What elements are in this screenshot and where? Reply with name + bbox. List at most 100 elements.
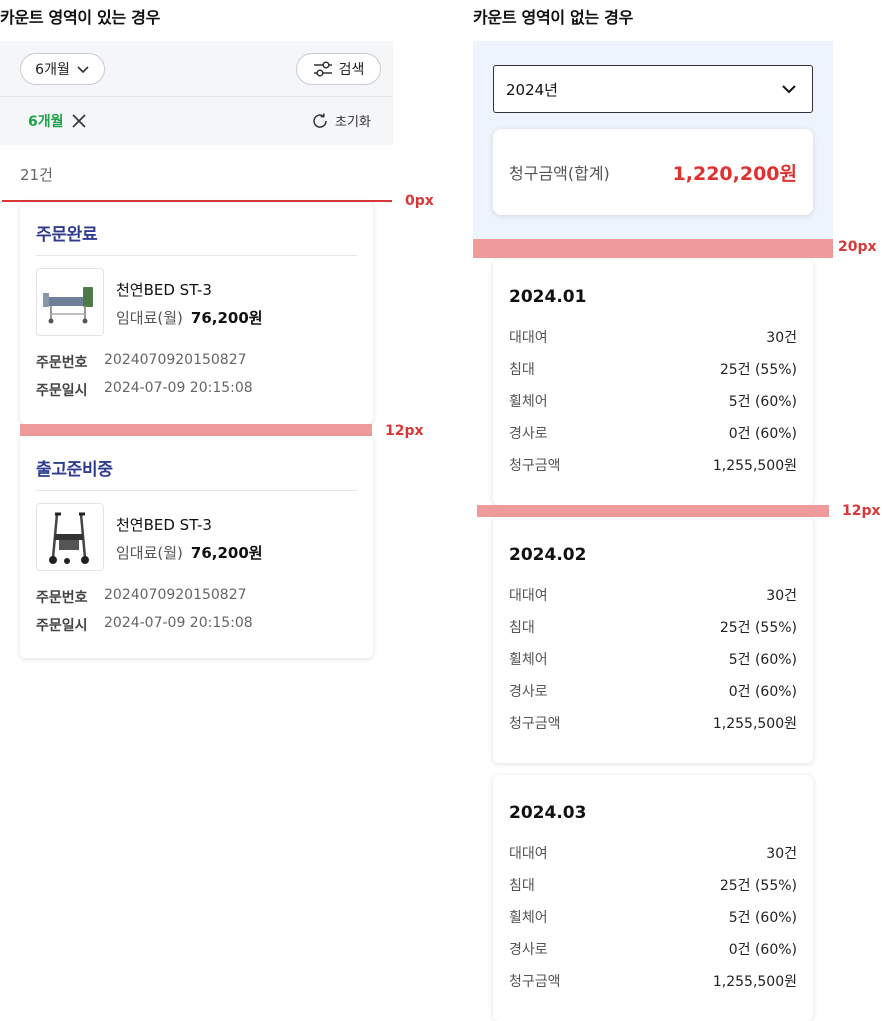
stat-row: 청구금액 1,255,500원 <box>509 965 797 997</box>
month-stats: 대대여 30건 침대 25건 (55%) 휠체어 5건 (60%) 경사로 0건 (60… <box>509 321 797 481</box>
order-date-row: 주문일시 2024-07-09 20:15:08 <box>36 380 253 400</box>
stat-row: 경사로 0건 (60%) <box>509 675 797 707</box>
right-section-title: 카운트 영역이 없는 경우 <box>473 8 634 27</box>
search-button-label: 검색 <box>338 62 365 78</box>
stat-value: 0건 (60%) <box>728 684 797 700</box>
year-select-value: 2024년 <box>506 80 558 99</box>
stat-label: 경사로 <box>509 942 548 958</box>
stat-label: 휠체어 <box>509 394 548 410</box>
active-filter-chip[interactable]: 6개월 <box>28 111 86 131</box>
reset-button-label: 초기화 <box>335 115 371 130</box>
order-date-value: 2024-07-09 20:15:08 <box>104 380 253 396</box>
monthly-summary-card[interactable]: 2024.02 대대여 30건 침대 25건 (55%) 휠체어 5건 (60%) 경… <box>493 517 813 763</box>
stat-label: 청구금액 <box>509 974 561 990</box>
stat-row: 침대 25건 (55%) <box>509 869 797 901</box>
stat-value: 1,255,500원 <box>712 716 797 732</box>
card-divider <box>36 490 357 491</box>
refresh-icon <box>313 113 327 128</box>
reset-button[interactable]: 초기화 <box>311 111 371 130</box>
rent-label: 임대료(월) <box>116 309 183 327</box>
stat-value: 30건 <box>766 588 797 604</box>
filter-divider <box>0 96 393 97</box>
period-select-label: 6개월 <box>35 62 70 78</box>
spacing-label-between: 12px <box>385 423 424 439</box>
stat-row: 대대여 30건 <box>509 579 797 611</box>
month-title: 2024.03 <box>509 803 587 823</box>
search-button[interactable]: 검색 <box>296 53 381 85</box>
stat-value: 25건 (55%) <box>719 362 797 378</box>
stat-label: 침대 <box>509 620 535 636</box>
monthly-summary-card[interactable]: 2024.01 대대여 30건 침대 25건 (55%) 휠체어 5건 (60%) 경… <box>493 260 813 505</box>
walker-image <box>49 512 89 564</box>
stat-row: 휠체어 5건 (60%) <box>509 385 797 417</box>
stat-row: 경사로 0건 (60%) <box>509 417 797 449</box>
stat-value: 1,255,500원 <box>712 974 797 990</box>
stat-label: 대대여 <box>509 846 548 862</box>
year-select[interactable]: 2024년 <box>493 65 813 113</box>
order-status: 출고준비중 <box>36 460 113 480</box>
stat-label: 침대 <box>509 362 535 378</box>
spacing-label-top: 0px <box>405 193 434 209</box>
stat-value: 30건 <box>766 330 797 346</box>
result-count: 21건 <box>20 166 53 184</box>
spacing-label-between: 12px <box>842 503 881 519</box>
stat-label: 청구금액 <box>509 458 561 474</box>
rent-label: 임대료(월) <box>116 544 183 562</box>
order-card[interactable]: 출고준비중 천연BED ST-3 임대료(월) 76,200원 주문번호 202… <box>20 436 373 658</box>
spacing-marker-bar <box>473 239 833 258</box>
stat-row: 경사로 0건 (60%) <box>509 933 797 965</box>
order-status: 주문완료 <box>36 225 98 245</box>
left-section-title: 카운트 영역이 있는 경우 <box>0 8 161 27</box>
stat-row: 침대 25건 (55%) <box>509 611 797 643</box>
stat-row: 청구금액 1,255,500원 <box>509 449 797 481</box>
chevron-down-icon <box>77 66 89 74</box>
product-name: 천연BED ST-3 <box>116 281 212 299</box>
stat-label: 대대여 <box>509 330 548 346</box>
rent-value: 76,200원 <box>190 544 263 562</box>
monthly-summary-card[interactable]: 2024.03 대대여 30건 침대 25건 (55%) 휠체어 5건 (60%) 경… <box>493 775 813 1021</box>
order-date-label: 주문일시 <box>36 618 88 634</box>
rent-price: 임대료(월) 76,200원 <box>116 542 263 563</box>
period-select[interactable]: 6개월 <box>20 53 105 85</box>
stat-value: 30건 <box>766 846 797 862</box>
stat-value: 25건 (55%) <box>719 620 797 636</box>
order-number-row: 주문번호 2024070920150827 <box>36 587 247 607</box>
month-stats: 대대여 30건 침대 25건 (55%) 휠체어 5건 (60%) 경사로 0건 (60… <box>509 837 797 997</box>
filter-sliders-icon <box>313 61 332 77</box>
order-number-label: 주문번호 <box>36 355 88 371</box>
close-icon[interactable] <box>71 114 86 128</box>
card-divider <box>36 255 357 256</box>
rent-price: 임대료(월) 76,200원 <box>116 307 263 328</box>
stat-row: 대대여 30건 <box>509 837 797 869</box>
chevron-down-icon <box>782 85 796 94</box>
stat-label: 휠체어 <box>509 910 548 926</box>
spacing-marker-bar <box>20 424 372 436</box>
total-billing-value: 1,220,200원 <box>672 162 797 185</box>
order-card[interactable]: 주문완료 천연BED ST-3 임대료(월) 76,200원 주문번호 2024… <box>20 202 373 424</box>
product-name: 천연BED ST-3 <box>116 516 212 534</box>
total-billing-label: 청구금액(합계) <box>509 164 610 183</box>
stat-value: 5건 (60%) <box>728 394 797 410</box>
rent-value: 76,200원 <box>190 309 263 327</box>
stat-label: 청구금액 <box>509 716 561 732</box>
stat-row: 청구금액 1,255,500원 <box>509 707 797 739</box>
order-date-value: 2024-07-09 20:15:08 <box>104 615 253 631</box>
stat-row: 휠체어 5건 (60%) <box>509 643 797 675</box>
spacing-marker-bar <box>477 505 829 517</box>
order-number-row: 주문번호 2024070920150827 <box>36 352 247 372</box>
order-date-label: 주문일시 <box>36 383 88 399</box>
total-billing-card: 청구금액(합계) 1,220,200원 <box>493 129 813 215</box>
order-number-value: 2024070920150827 <box>104 352 247 368</box>
order-number-value: 2024070920150827 <box>104 587 247 603</box>
stat-value: 0건 (60%) <box>728 942 797 958</box>
stat-value: 1,255,500원 <box>712 458 797 474</box>
stat-row: 대대여 30건 <box>509 321 797 353</box>
stat-value: 0건 (60%) <box>728 426 797 442</box>
month-title: 2024.01 <box>509 287 587 307</box>
stat-label: 침대 <box>509 878 535 894</box>
stat-value: 5건 (60%) <box>728 652 797 668</box>
spacing-label-top: 20px <box>838 239 877 255</box>
stat-value: 5건 (60%) <box>728 910 797 926</box>
order-number-label: 주문번호 <box>36 590 88 606</box>
month-title: 2024.02 <box>509 545 587 565</box>
